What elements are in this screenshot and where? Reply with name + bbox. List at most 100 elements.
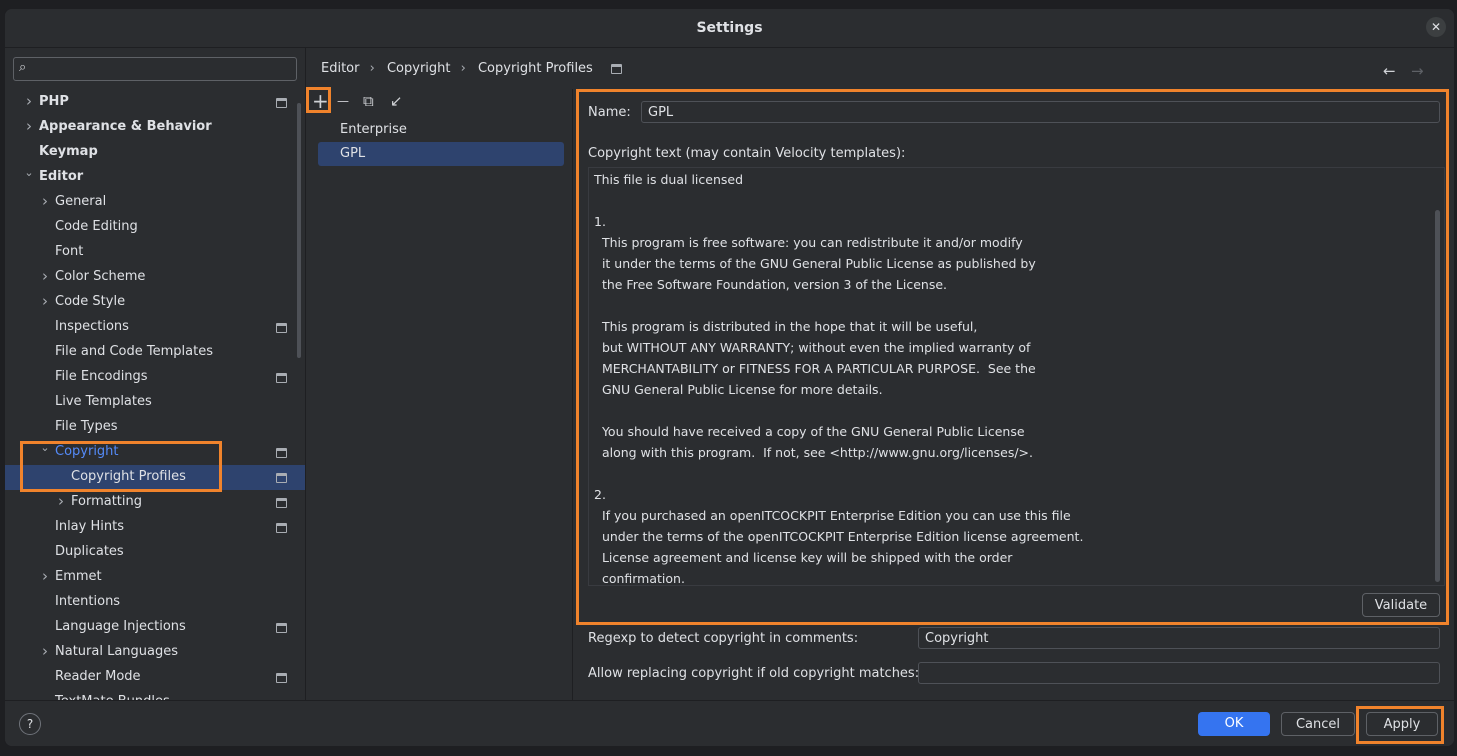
sidebar-item-label: Emmet	[55, 569, 102, 584]
pin-icon	[276, 673, 287, 683]
copyright-text-line: under the terms of the openITCOCKPIT Ent…	[594, 529, 1084, 544]
sidebar-item-label: Keymap	[39, 144, 98, 159]
copyright-text-line: confirmation.	[594, 571, 685, 586]
breadcrumb-separator: ›	[369, 61, 375, 76]
sidebar-item-label: Color Scheme	[55, 269, 146, 284]
sidebar-item-keymap[interactable]: Keymap	[5, 140, 305, 165]
settings-sidebar: ⌕ › PHP › Appearance & Behavior Keymap ⌄ Edito…	[5, 48, 306, 700]
copyright-text-line: This program is free software: you can r…	[594, 235, 1023, 250]
chevron-right-icon[interactable]: ›	[23, 92, 35, 110]
sidebar-item-copyright[interactable]: ⌄ Copyright	[5, 440, 305, 465]
sidebar-item-file-types[interactable]: File Types	[5, 415, 305, 440]
sidebar-item-inspections[interactable]: Inspections	[5, 315, 305, 340]
sidebar-item-label: Editor	[39, 169, 84, 184]
profile-item-gpl[interactable]: GPL	[318, 142, 564, 166]
sidebar-item-inlay-hints[interactable]: Inlay Hints	[5, 515, 305, 540]
breadcrumb-separator: ›	[460, 61, 466, 76]
pin-icon	[610, 63, 622, 74]
profile-item-enterprise[interactable]: Enterprise	[318, 118, 564, 142]
sidebar-item-file-and-code-templates[interactable]: File and Code Templates	[5, 340, 305, 365]
settings-dialog: Settings ✕ ⌕ › PHP › Appearance & Behavior K…	[4, 8, 1455, 747]
copyright-text-line: License agreement and license key will b…	[594, 550, 1013, 565]
name-field[interactable]: GPL	[641, 101, 1440, 123]
pin-icon	[276, 523, 287, 533]
sidebar-item-natural-languages[interactable]: › Natural Languages	[5, 640, 305, 665]
sidebar-item-code-editing[interactable]: Code Editing	[5, 215, 305, 240]
sidebar-item-label: Duplicates	[55, 544, 124, 559]
sidebar-item-intentions[interactable]: Intentions	[5, 590, 305, 615]
pin-icon	[276, 373, 287, 383]
breadcrumb-copyright[interactable]: Copyright	[387, 61, 451, 76]
search-input[interactable]: ⌕	[13, 57, 297, 81]
sidebar-item-label: General	[55, 194, 107, 209]
sidebar-item-live-templates[interactable]: Live Templates	[5, 390, 305, 415]
close-icon[interactable]: ✕	[1426, 17, 1446, 37]
pin-icon	[276, 623, 287, 633]
copyright-text-line: You should have received a copy of the G…	[594, 424, 1025, 439]
sidebar-item-reader-mode[interactable]: Reader Mode	[5, 665, 305, 690]
sidebar-item-label: File Encodings	[55, 369, 148, 384]
title-bar: Settings ✕	[5, 9, 1454, 48]
sidebar-item-formatting[interactable]: › Formatting	[5, 490, 305, 515]
import-icon[interactable]: ↙	[390, 92, 403, 110]
chevron-down-icon[interactable]: ⌄	[23, 166, 35, 179]
chevron-right-icon[interactable]: ›	[55, 492, 67, 510]
sidebar-item-label: Font	[55, 244, 84, 259]
sidebar-item-font[interactable]: Font	[5, 240, 305, 265]
copyright-text-line: along with this program. If not, see <ht…	[594, 445, 1033, 460]
copyright-text-line: but WITHOUT ANY WARRANTY; without even t…	[594, 340, 1031, 355]
textarea-scrollbar[interactable]	[1435, 210, 1440, 582]
sidebar-item-textmate-bundles[interactable]: TextMate Bundles	[5, 690, 305, 700]
pin-icon	[276, 323, 287, 333]
sidebar-item-appearance-behavior[interactable]: › Appearance & Behavior	[5, 115, 305, 140]
forward-arrow-icon[interactable]: →	[1411, 62, 1424, 80]
sidebar-item-general[interactable]: › General	[5, 190, 305, 215]
pin-icon	[276, 98, 287, 108]
sidebar-item-duplicates[interactable]: Duplicates	[5, 540, 305, 565]
sidebar-item-label: Code Style	[55, 294, 126, 309]
help-icon[interactable]: ?	[19, 713, 41, 735]
copyright-text-area[interactable]: This file is dual licensed 1. This progra…	[588, 167, 1445, 586]
add-icon[interactable]: +	[312, 89, 329, 113]
sidebar-item-color-scheme[interactable]: › Color Scheme	[5, 265, 305, 290]
copy-icon[interactable]: ⧉	[363, 92, 374, 110]
sidebar-item-label: Live Templates	[55, 394, 152, 409]
allow-replace-label: Allow replacing copyright if old copyrig…	[588, 666, 920, 681]
breadcrumb-copyright-profiles: Copyright Profiles	[477, 61, 593, 76]
copyright-text-line: 2.	[594, 487, 606, 502]
ok-button[interactable]: OK	[1198, 712, 1270, 736]
sidebar-item-label: File and Code Templates	[55, 344, 213, 359]
allow-replace-field[interactable]	[918, 662, 1440, 684]
remove-icon[interactable]: —	[337, 94, 349, 108]
copyright-text-label: Copyright text (may contain Velocity tem…	[588, 146, 906, 161]
cancel-button[interactable]: Cancel	[1281, 712, 1355, 736]
sidebar-item-language-injections[interactable]: Language Injections	[5, 615, 305, 640]
copyright-text-line: This file is dual licensed	[594, 172, 744, 187]
sidebar-scrollbar[interactable]	[297, 103, 301, 358]
chevron-right-icon[interactable]: ›	[39, 192, 51, 210]
validate-button[interactable]: Validate	[1362, 593, 1440, 617]
sidebar-item-label: Natural Languages	[55, 644, 179, 659]
chevron-right-icon[interactable]: ›	[39, 267, 51, 285]
copyright-text-line: If you purchased an openITCOCKPIT Enterp…	[594, 508, 1071, 523]
apply-button[interactable]: Apply	[1366, 712, 1438, 736]
sidebar-item-label: PHP	[39, 94, 69, 109]
chevron-right-icon[interactable]: ›	[39, 567, 51, 585]
name-label: Name:	[588, 105, 631, 120]
sidebar-item-editor[interactable]: ⌄ Editor	[5, 165, 305, 190]
chevron-right-icon[interactable]: ›	[39, 292, 51, 310]
sidebar-item-copyright-profiles[interactable]: Copyright Profiles	[5, 465, 305, 490]
sidebar-item-php[interactable]: › PHP	[5, 90, 305, 115]
breadcrumb-editor[interactable]: Editor	[321, 61, 359, 76]
copyright-text-line: This program is distributed in the hope …	[594, 319, 978, 334]
chevron-down-icon[interactable]: ⌄	[39, 441, 51, 454]
regexp-field[interactable]: Copyright	[918, 627, 1440, 649]
sidebar-item-file-encodings[interactable]: File Encodings	[5, 365, 305, 390]
sidebar-item-code-style[interactable]: › Code Style	[5, 290, 305, 315]
chevron-right-icon[interactable]: ›	[23, 117, 35, 135]
back-arrow-icon[interactable]: ←	[1383, 62, 1396, 80]
copyright-text-line: 1.	[594, 214, 606, 229]
sidebar-item-emmet[interactable]: › Emmet	[5, 565, 305, 590]
sidebar-item-label: Inlay Hints	[55, 519, 124, 534]
chevron-right-icon[interactable]: ›	[39, 642, 51, 660]
